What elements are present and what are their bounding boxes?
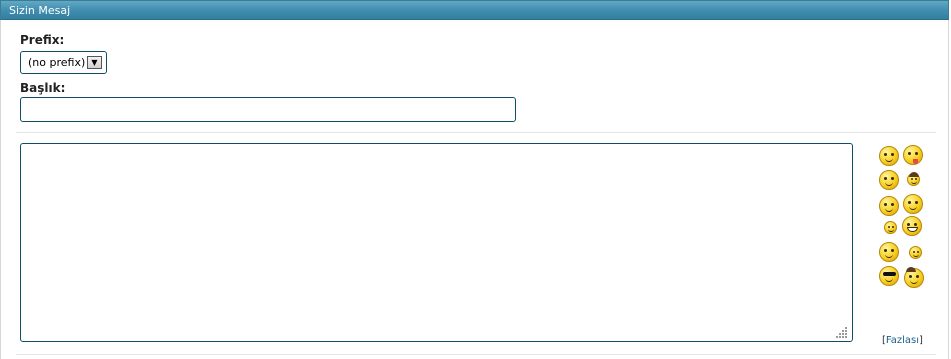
wink-smiley-icon[interactable] xyxy=(879,170,899,190)
clapping-smiley-icon[interactable] xyxy=(879,196,899,216)
cool-smiley-icon[interactable] xyxy=(879,266,899,286)
frame-right-border xyxy=(948,20,949,359)
tongue-smiley-icon[interactable] xyxy=(903,145,923,165)
egg-smiley-icon[interactable] xyxy=(884,221,897,234)
resize-grip-icon[interactable] xyxy=(836,326,848,338)
blush-smiley-icon[interactable] xyxy=(879,242,899,262)
panel-header: Sizin Mesaj xyxy=(0,0,949,20)
prefix-select[interactable]: (no prefix) ▼ xyxy=(20,51,107,74)
capped-smiley-icon[interactable] xyxy=(907,172,920,186)
frame-left-border xyxy=(0,20,1,359)
laughing-smiley-icon[interactable] xyxy=(902,216,922,236)
grin-smiley-icon[interactable] xyxy=(903,194,923,214)
chevron-down-icon[interactable]: ▼ xyxy=(87,56,102,69)
title-input[interactable] xyxy=(20,97,516,122)
tired-smiley-icon[interactable] xyxy=(879,146,899,166)
prefix-selected-value: (no prefix) xyxy=(28,56,86,69)
title-label: Başlık: xyxy=(20,81,66,95)
panel-title: Sizin Mesaj xyxy=(9,4,71,17)
divider xyxy=(16,132,936,133)
more-smilies-label[interactable]: Fazlası xyxy=(886,335,919,346)
hat-smiley-icon[interactable] xyxy=(904,267,924,288)
message-editor[interactable] xyxy=(20,143,853,342)
more-smilies-link[interactable]: [Fazlası] xyxy=(882,335,923,346)
divider-bottom xyxy=(16,354,936,355)
prefix-label: Prefix: xyxy=(20,33,65,47)
tiny-smiley-icon[interactable] xyxy=(909,246,922,259)
